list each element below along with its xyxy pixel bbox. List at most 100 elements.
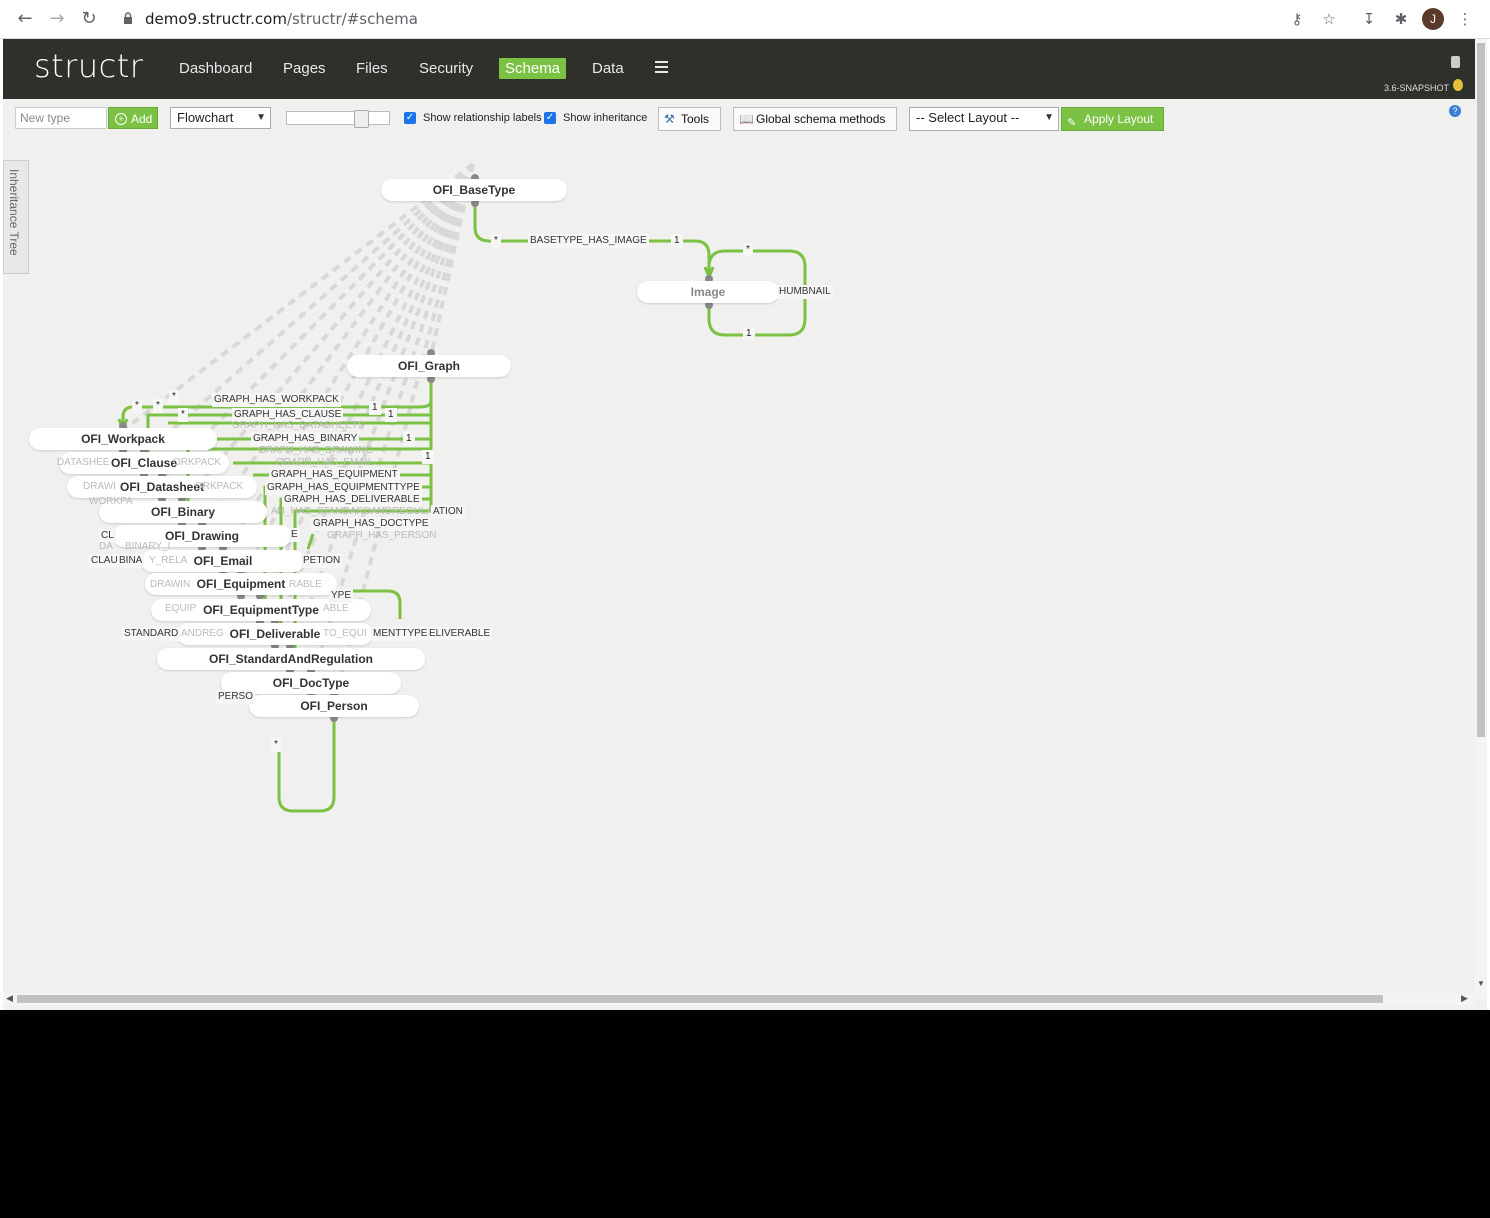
vertical-scrollbar-thumb[interactable] <box>1477 43 1485 737</box>
relationship-label[interactable]: ABLE <box>321 602 351 616</box>
download-icon[interactable]: ↧ <box>1358 8 1380 30</box>
menu-files[interactable]: Files <box>350 58 394 79</box>
relationship-label[interactable]: ATION <box>431 505 465 519</box>
connector-type-value: Flowchart <box>177 110 234 125</box>
profile-avatar[interactable]: J <box>1422 8 1444 30</box>
address-bar[interactable]: demo9.structr.com/structr/#schema <box>145 10 418 28</box>
relationship-label[interactable]: DATASHEE <box>55 456 111 470</box>
relationship-label[interactable]: EQUIP <box>163 602 198 616</box>
structr-logo[interactable]: structr <box>34 47 143 85</box>
hamburger-menu-icon[interactable] <box>655 61 668 76</box>
relationship-label[interactable]: DA <box>97 540 115 554</box>
multiplicity-label: * <box>132 399 142 413</box>
inheritance-tree-label: Inheritance Tree <box>7 169 21 256</box>
menu-data[interactable]: Data <box>586 58 630 79</box>
zoom-slider[interactable] <box>286 110 390 128</box>
relationship-label[interactable]: Y_RELA <box>147 554 189 568</box>
connector-type-select[interactable]: Flowchart ▼ <box>170 107 271 129</box>
relationship-label[interactable]: STANDARD <box>122 627 181 641</box>
forward-icon[interactable]: → <box>46 8 68 30</box>
relationship-label[interactable]: BASETYPE_HAS_IMAGE <box>528 234 649 248</box>
new-type-input[interactable]: New type <box>15 107 107 129</box>
schema-node[interactable]: OFI_StandardAndRegulation <box>157 648 425 670</box>
show-relationship-labels-checkbox[interactable]: ✓ <box>404 112 416 124</box>
relationship-label[interactable]: PETION <box>301 554 343 568</box>
zoom-slider-handle[interactable] <box>353 110 369 128</box>
relationship-label[interactable]: DRAWIN <box>148 578 192 592</box>
relationship-label[interactable]: RABLE <box>287 578 324 592</box>
horizontal-scrollbar[interactable]: ◀ ▶ <box>3 993 1475 1005</box>
url-host: demo9.structr.com <box>145 10 287 28</box>
show-relationship-labels-label: Show relationship labels <box>423 112 542 124</box>
apply-layout-button[interactable]: ✎ Apply Layout <box>1061 107 1164 131</box>
horizontal-scrollbar-thumb[interactable] <box>17 995 1383 1003</box>
relationship-label[interactable]: GRAPH_HAS_EQUIPMENT <box>269 468 400 482</box>
inheritance-tree-tab[interactable]: Inheritance Tree <box>3 160 29 274</box>
relationship-label[interactable]: GRAPH_HAS_DATASHEETS <box>230 419 366 433</box>
help-icon[interactable]: ? <box>1449 105 1461 117</box>
relationship-label[interactable]: TO_EQUI <box>321 627 369 641</box>
reload-icon[interactable]: ↻ <box>78 8 100 30</box>
schema-node[interactable]: OFI_BaseType <box>381 179 567 201</box>
scroll-right-icon[interactable]: ▶ <box>1461 993 1468 1004</box>
chevron-down-icon: ▼ <box>1044 112 1054 123</box>
relationship-label[interactable]: GRAPH_HAS_PERSON <box>325 529 438 543</box>
magic-wand-icon: ✎ <box>1067 117 1077 129</box>
relationship-label[interactable]: ORKPACK <box>193 480 245 494</box>
tools-button[interactable]: ⚒ Tools <box>658 107 721 131</box>
global-schema-methods-button[interactable]: 📖 Global schema methods <box>733 107 897 131</box>
multiplicity-label: 1 <box>422 450 434 464</box>
add-type-button[interactable]: + Add <box>108 107 158 129</box>
multiplicity-label: * <box>169 390 179 404</box>
show-inheritance-checkbox[interactable]: ✓ <box>544 112 556 124</box>
key-icon[interactable]: ⚷ <box>1286 8 1308 30</box>
layout-select[interactable]: -- Select Layout -- ▼ <box>909 107 1059 131</box>
schema-toolbar: New type + Add Flowchart ▼ ✓ Show relation… <box>3 99 1475 139</box>
relationship-label[interactable]: DRAWI <box>81 480 118 494</box>
schema-node[interactable]: OFI_Graph <box>347 355 511 377</box>
schema-node[interactable]: Image <box>637 281 779 303</box>
extensions-icon[interactable]: ✱ <box>1390 8 1412 30</box>
global-methods-label: Global schema methods <box>756 112 886 126</box>
multiplicity-label: * <box>271 738 281 752</box>
schema-canvas[interactable]: OFI_BaseType Image OFI_Graph OFI_Workpac… <box>3 139 1475 999</box>
star-icon[interactable]: ☆ <box>1318 8 1340 30</box>
database-icon[interactable] <box>1451 56 1460 68</box>
layout-select-value: -- Select Layout -- <box>916 110 1020 125</box>
back-icon[interactable]: ← <box>14 8 36 30</box>
url-path: /structr/#schema <box>286 10 418 28</box>
multiplicity-label: * <box>491 234 501 248</box>
multiplicity-label: 1 <box>671 234 683 248</box>
multiplicity-label: 1 <box>403 432 415 446</box>
chevron-down-icon: ▼ <box>256 112 266 123</box>
vertical-scrollbar[interactable]: ▼ <box>1475 39 1487 999</box>
relationship-label[interactable]: GRAPH_HAS_WORKPACK <box>212 393 341 407</box>
menu-dashboard[interactable]: Dashboard <box>173 58 258 79</box>
more-menu-icon[interactable]: ⋮ <box>1454 8 1476 30</box>
relationship-label[interactable]: PERSO <box>216 690 256 704</box>
schema-node[interactable]: OFI_Person <box>249 695 419 717</box>
lock-icon <box>124 12 132 24</box>
relationship-label[interactable]: BINA <box>117 554 145 568</box>
relationship-label[interactable]: E <box>289 528 300 542</box>
menu-schema[interactable]: Schema <box>499 58 567 79</box>
relationship-label[interactable]: ORKPACK <box>171 456 223 470</box>
schema-node[interactable]: OFI_Workpack <box>29 428 217 450</box>
scroll-left-icon[interactable]: ◀ <box>6 993 13 1004</box>
app-header: structr Dashboard Pages Files Security S… <box>3 39 1475 99</box>
relationship-label[interactable]: MENTTYPE <box>371 627 430 641</box>
menu-security[interactable]: Security <box>413 58 479 79</box>
relationship-label[interactable]: CLAU <box>89 554 120 568</box>
relationship-label[interactable]: ANDREG <box>179 627 226 641</box>
relationship-label[interactable]: HUMBNAIL <box>777 285 833 299</box>
browser-window: ← → ↻ demo9.structr.com/structr/#schema … <box>0 0 1490 1010</box>
relationship-label[interactable]: YPE <box>329 589 354 603</box>
version-label: 3.6-SNAPSHOT <box>1384 83 1450 93</box>
menu-pages[interactable]: Pages <box>277 58 332 79</box>
relationship-label[interactable]: WORKPA <box>87 495 135 509</box>
relationship-label[interactable]: ELIVERABLE <box>427 627 493 641</box>
scroll-down-icon[interactable]: ▼ <box>1477 979 1485 988</box>
medal-icon <box>1453 79 1463 91</box>
multiplicity-label: * <box>178 408 188 422</box>
relationship-label[interactable]: BINARY_I <box>123 540 172 554</box>
